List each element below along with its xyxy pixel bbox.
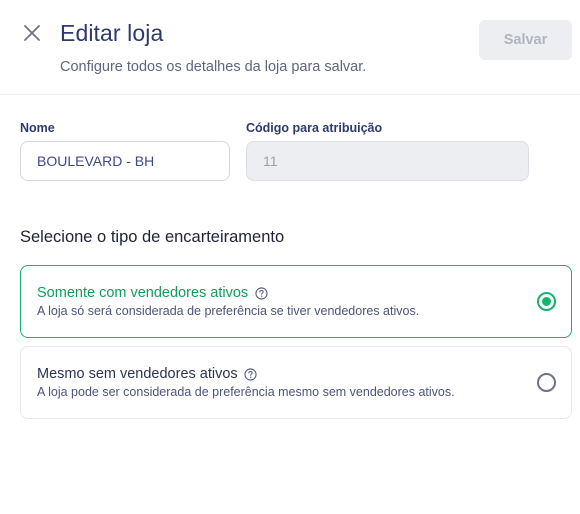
close-icon[interactable] — [23, 24, 41, 42]
page-title: Editar loja — [60, 20, 164, 46]
radio-mesmo-sem-ativos[interactable] — [537, 373, 556, 392]
option-description: A loja pode ser considerada de preferênc… — [37, 385, 455, 399]
save-button[interactable]: Salvar — [479, 20, 572, 60]
option-mesmo-sem-ativos[interactable]: Mesmo sem vendedores ativos A loja pode … — [20, 346, 572, 419]
codigo-label: Código para atribuição — [246, 121, 383, 135]
close-button[interactable] — [20, 21, 44, 45]
option-title-text: Mesmo sem vendedores ativos — [37, 366, 238, 382]
option-somente-ativos[interactable]: Somente com vendedores ativos A loja só … — [20, 265, 572, 338]
modal-header: Editar loja Configure todos os detalhes … — [0, 0, 580, 95]
nome-label: Nome — [20, 121, 55, 135]
page-subtitle: Configure todos os detalhes da loja para… — [60, 59, 367, 75]
nome-input[interactable]: BOULEVARD - BH — [20, 141, 230, 181]
option-description: A loja só será considerada de preferênci… — [37, 304, 420, 318]
radio-somente-ativos[interactable] — [537, 292, 556, 311]
encarteiramento-title: Selecione o tipo de encarteiramento — [20, 228, 285, 246]
help-icon[interactable] — [244, 367, 258, 381]
option-title-text: Somente com vendedores ativos — [37, 285, 249, 301]
option-title: Mesmo sem vendedores ativos — [37, 366, 258, 382]
codigo-input[interactable]: 11 — [246, 141, 529, 181]
help-icon[interactable] — [254, 286, 268, 300]
option-title: Somente com vendedores ativos — [37, 285, 268, 301]
